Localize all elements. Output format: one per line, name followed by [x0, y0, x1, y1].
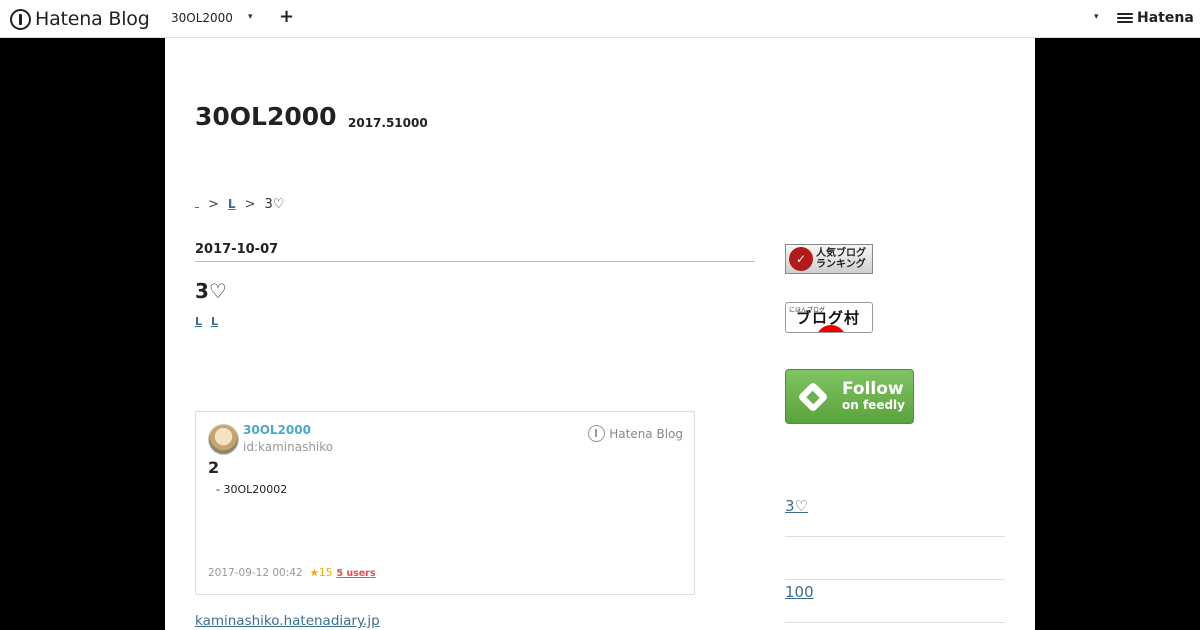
- embed-footer: 2017-09-12 00:42 ★15 5 users: [208, 567, 376, 579]
- list-item: 100: [785, 580, 1005, 623]
- category-link[interactable]: L: [211, 315, 228, 328]
- embed-snippet: - 30OL20002: [216, 483, 288, 496]
- feedly-icon: [798, 382, 828, 412]
- entry-date[interactable]: 2017-10-07: [195, 242, 755, 262]
- blogmura-badge[interactable]: にほんブログ ブログ村: [785, 302, 873, 333]
- logo-text: Hatena Blog: [35, 8, 150, 30]
- breadcrumb-separator: >: [208, 197, 219, 212]
- embed-date: 2017-09-12 00:42: [208, 567, 303, 579]
- breadcrumb: > L > 3♡: [195, 197, 284, 212]
- hatena-account-link[interactable]: Hatena: [1117, 10, 1194, 26]
- hatena-waves-icon: [1117, 12, 1135, 24]
- breadcrumb-separator: >: [244, 197, 256, 212]
- ranking-icon: ✓: [789, 247, 813, 271]
- feedly-text: Follow on feedly: [842, 380, 905, 413]
- hatena-blog-logo[interactable]: Hatena Blog: [10, 8, 150, 30]
- entry-categories: L L: [195, 315, 228, 328]
- sidebar-link[interactable]: 100: [785, 583, 814, 601]
- list-item: [785, 537, 1005, 580]
- embed-brand[interactable]: Hatena Blog: [588, 425, 683, 442]
- sidebar-link[interactable]: 3♡: [785, 497, 836, 515]
- hatena-mark-icon: [588, 425, 606, 442]
- blogmura-label: ブログ村: [796, 309, 861, 327]
- hatena-label: Hatena: [1137, 10, 1194, 26]
- avatar[interactable]: [208, 424, 239, 455]
- embed-brand-label: Hatena Blog: [609, 426, 683, 441]
- ranking-label: 人気ブログ ランキング: [816, 248, 866, 270]
- new-post-button[interactable]: +: [279, 6, 294, 27]
- chevron-down-icon[interactable]: ▾: [248, 12, 253, 22]
- list-item: 3♡: [785, 494, 1005, 537]
- entry-title[interactable]: 3♡: [195, 279, 227, 303]
- breadcrumb-category[interactable]: L: [228, 197, 236, 211]
- blog-title[interactable]: 30OL2000: [195, 102, 337, 131]
- global-header: Hatena Blog 30OL2000 ▾ + ▾ Hatena: [0, 0, 1200, 38]
- category-link[interactable]: L: [195, 315, 202, 328]
- breadcrumb-home[interactable]: [195, 198, 199, 208]
- hatena-mark-icon: [10, 8, 31, 30]
- ranking-label-line2: ランキング: [816, 259, 866, 270]
- feedly-follow-button[interactable]: Follow on feedly: [785, 369, 914, 424]
- ranking-badge[interactable]: ✓ 人気ブログ ランキング: [785, 244, 873, 274]
- blog-container: 30OL2000 2017.51000 > L > 3♡ 2017-10-07 …: [165, 38, 1035, 630]
- breadcrumb-current: 3♡: [264, 197, 285, 212]
- ranking-label-line1: 人気ブログ: [816, 248, 866, 259]
- star-count[interactable]: ★15: [310, 567, 333, 579]
- embed-author-name[interactable]: 30OL2000: [243, 423, 311, 437]
- feedly-line2: on feedly: [842, 398, 905, 412]
- embed-card[interactable]: 30OL2000 id:kaminashiko Hatena Blog 2 - …: [195, 411, 695, 595]
- embed-title[interactable]: 2: [208, 458, 219, 477]
- feedly-line1: Follow: [842, 379, 904, 399]
- bookmark-users[interactable]: 5 users: [336, 568, 375, 579]
- menu-chevron-down-icon[interactable]: ▾: [1094, 12, 1099, 22]
- embed-source-link[interactable]: kaminashiko.hatenadiary.jp: [195, 613, 380, 629]
- blog-description: 2017.51000: [348, 116, 428, 130]
- embed-author-id[interactable]: id:kaminashiko: [243, 440, 333, 454]
- blog-switcher[interactable]: 30OL2000: [171, 11, 233, 25]
- sidebar-list: 3♡ 100: [785, 494, 1005, 623]
